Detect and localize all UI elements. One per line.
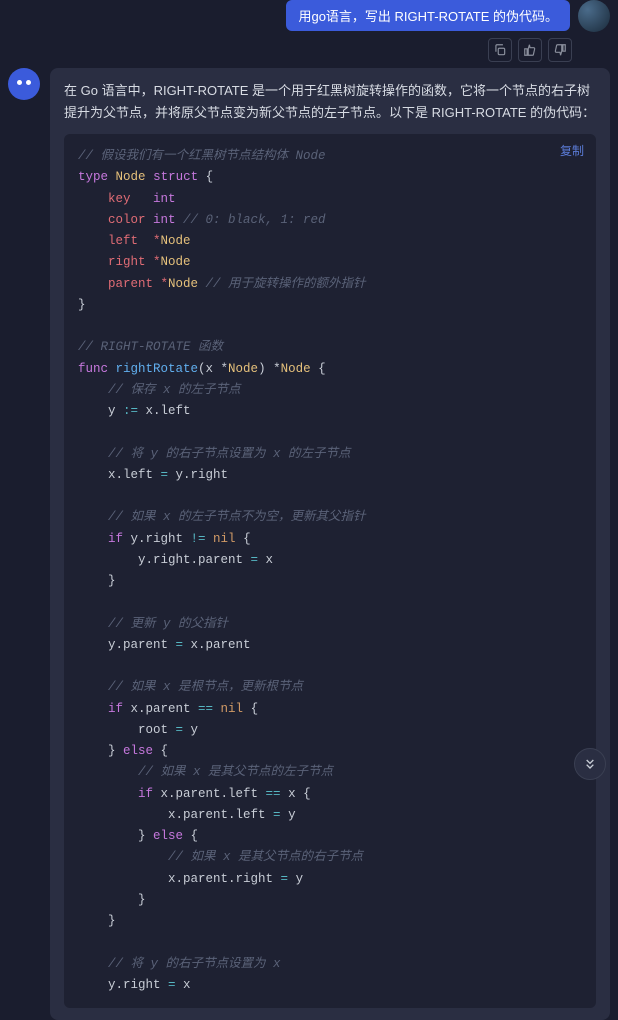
assistant-avatar [8, 68, 40, 100]
code-block: 复制 // 假设我们有一个红黑树节点结构体 Node type Node str… [64, 134, 596, 1008]
scroll-to-bottom-button[interactable] [574, 748, 606, 780]
assistant-message: 在 Go 语言中，RIGHT-ROTATE 是一个用于红黑树旋转操作的函数，它将… [50, 68, 610, 1020]
assistant-intro-text: 在 Go 语言中，RIGHT-ROTATE 是一个用于红黑树旋转操作的函数，它将… [64, 80, 596, 124]
thumbs-down-icon [553, 43, 567, 57]
message-actions [0, 32, 618, 68]
code-content: // 假设我们有一个红黑树节点结构体 Node type Node struct… [78, 146, 582, 996]
thumbs-up-icon [523, 43, 537, 57]
user-message: 用go语言，写出 RIGHT-ROTATE 的伪代码。 [286, 0, 570, 31]
thumbs-down-button[interactable] [548, 38, 572, 62]
copy-icon [493, 43, 507, 57]
copy-button[interactable] [488, 38, 512, 62]
user-avatar [578, 0, 610, 32]
copy-code-button[interactable]: 复制 [560, 142, 584, 159]
thumbs-up-button[interactable] [518, 38, 542, 62]
chevron-double-down-icon [582, 756, 598, 772]
